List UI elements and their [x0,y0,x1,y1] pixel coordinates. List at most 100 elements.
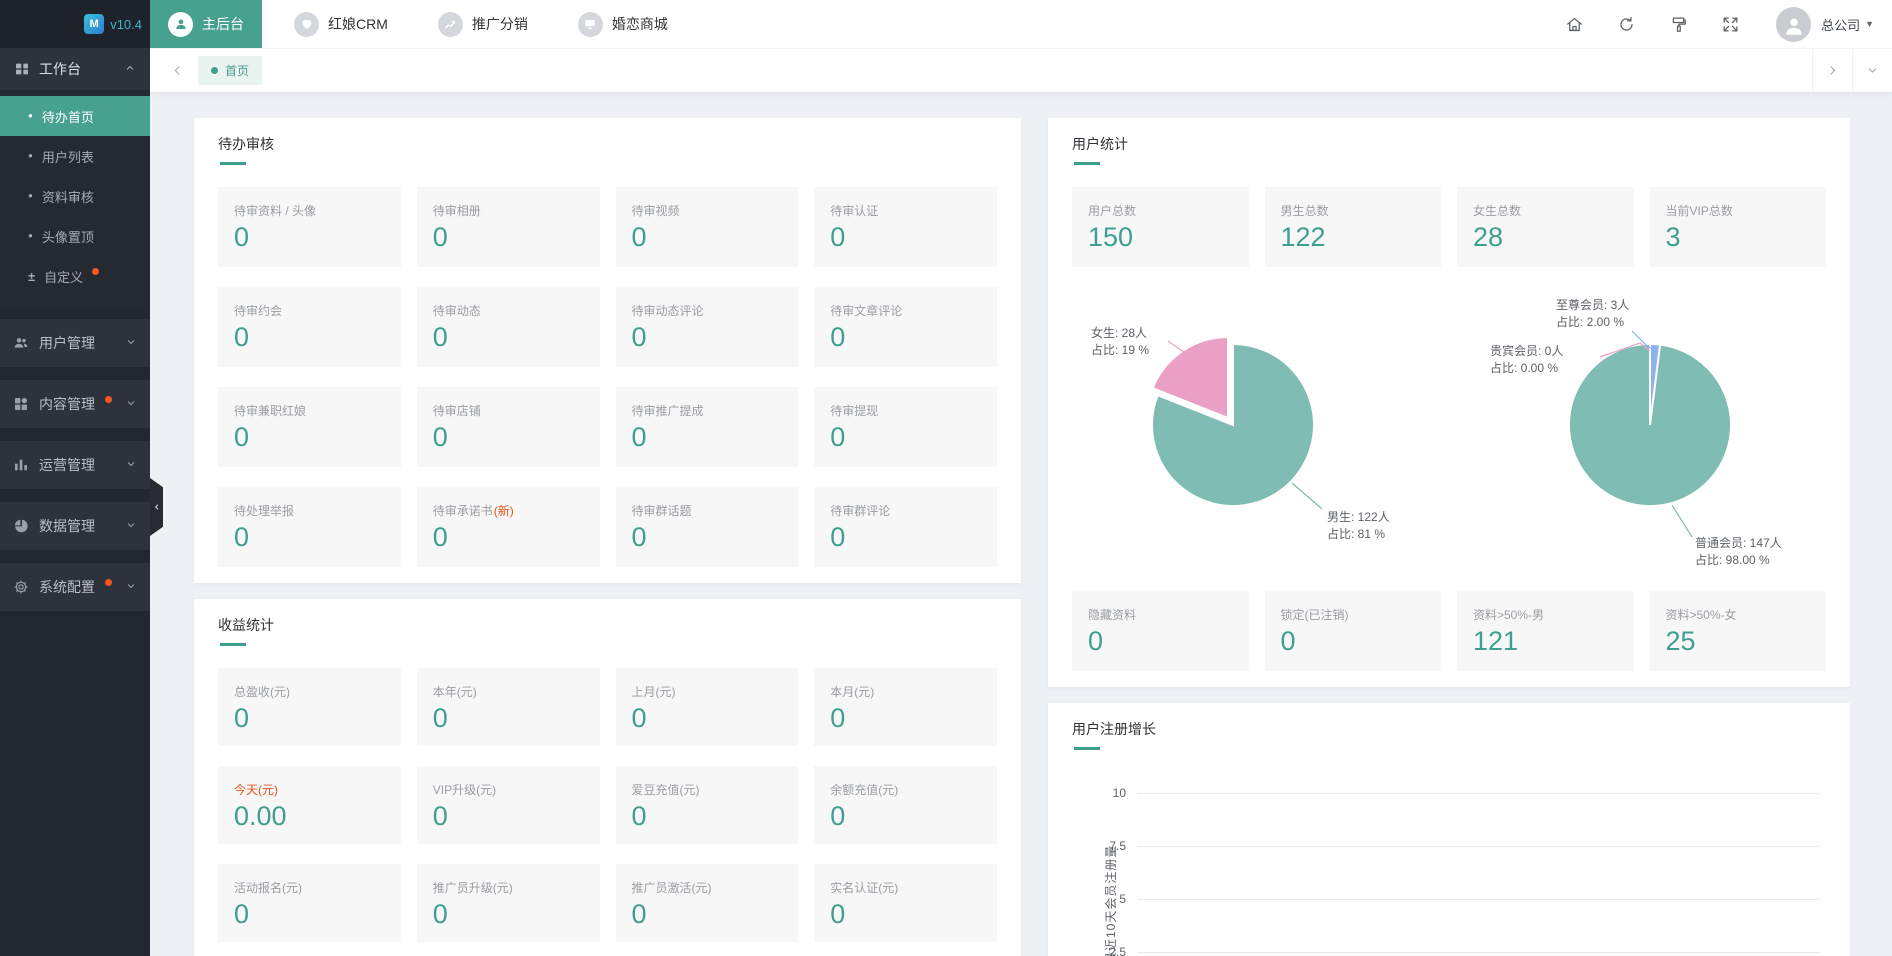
todo-stat-card[interactable]: 待审认证 0 [814,187,997,267]
nav-tab-marriage-mall[interactable]: 婚恋商城 [560,0,686,48]
todo-stat-card[interactable]: 待审相册 0 [417,187,600,267]
chevron-down-icon [125,518,137,534]
stat-card-value: 3 [1666,224,1811,251]
user-stats-bottom-grid: 隐藏资料 0 锁定(已注销) 0 资料>50%-男 121 [1072,591,1826,671]
revenue-stat-card[interactable]: VIP升级(元) 0 [417,766,600,844]
revenue-stat-card[interactable]: 今天(元) 0.00 [218,766,401,844]
user-stat-card[interactable]: 锁定(已注销) 0 [1265,591,1442,671]
pie-slice-普通会员[interactable] [1569,344,1731,506]
stat-card-label: 用户总数 [1088,202,1233,219]
sidebar-menu-item[interactable]: ● 头像置顶 [0,216,150,256]
user-stat-card[interactable]: 男生总数 122 [1265,187,1442,267]
stat-card-value: 0 [234,324,385,351]
revenue-stat-card[interactable]: 活动报名(元) 0 [218,864,401,942]
pie-chart-icon [13,518,29,534]
user-stat-card[interactable]: 用户总数 150 [1072,187,1249,267]
registration-growth-chart[interactable]: 10 7.5 5 2.5 最近10天会员注册量 [1072,772,1826,956]
sidebar-menu-item[interactable]: ± 自定义 [0,256,150,296]
notification-dot [92,268,99,275]
sidebar-section-content[interactable]: 内容管理 [0,380,150,428]
user-avatar[interactable] [1776,7,1811,42]
topbar: 主后台 红娘CRM 推广分销 婚恋商城 [150,0,1892,48]
user-stat-card[interactable]: 当前VIP总数 3 [1650,187,1827,267]
paint-brush-icon[interactable] [1652,15,1704,34]
todo-stat-card[interactable]: 待审店铺 0 [417,387,600,467]
pie-callout-female: 女生: 28人 占比: 19 % [1091,325,1149,359]
sidebar-section-data[interactable]: 数据管理 [0,502,150,550]
todo-stat-card[interactable]: 待审约会 0 [218,287,401,367]
sidebar-item-label: 用户列表 [42,147,94,166]
route-tab-home[interactable]: 首页 [198,56,262,85]
tabbar-dropdown-icon[interactable] [1852,49,1892,92]
user-stats-top-grid: 用户总数 150 男生总数 122 女生总数 28 [1072,187,1826,267]
home-icon[interactable] [1548,15,1600,34]
user-stat-card[interactable]: 女生总数 28 [1457,187,1634,267]
tabbar-chevron-right-icon[interactable] [1812,49,1852,92]
gender-vip-pie-charts[interactable] [1072,283,1826,573]
todo-stat-card[interactable]: 待审提现 0 [814,387,997,467]
company-dropdown[interactable]: 总公司 ▼ [1821,15,1874,34]
sidebar-menu-item[interactable]: ● 用户列表 [0,136,150,176]
title-underline [220,162,246,165]
revenue-stat-card[interactable]: 余额充值(元) 0 [814,766,997,844]
todo-stat-card[interactable]: 待审视频 0 [616,187,799,267]
stat-card-label: 实名认证(元) [830,879,981,896]
todo-stat-card[interactable]: 待审文章评论 0 [814,287,997,367]
stat-card-value: 0 [632,705,783,732]
stat-card-value: 0 [830,324,981,351]
revenue-stat-card[interactable]: 总盈收(元) 0 [218,668,401,746]
todo-stat-card[interactable]: 待审动态 0 [417,287,600,367]
todo-stat-card[interactable]: 待审推广提成 0 [616,387,799,467]
panel-revenue-stats: 收益统计 总盈收(元) 0 本年(元) 0 [194,599,1021,956]
sidebar-collapse-handle[interactable] [150,478,163,536]
sidebar-group-workbench[interactable]: 工作台 [0,48,150,90]
chevron-down-icon [125,457,137,473]
stat-card-label: 女生总数 [1473,202,1618,219]
user-stat-card[interactable]: 资料>50%-女 25 [1650,591,1827,671]
sidebar-section-users[interactable]: 用户管理 [0,319,150,367]
gridline [1138,846,1820,847]
sidebar-menu-item[interactable]: ● 资料审核 [0,176,150,216]
revenue-stat-card[interactable]: 本年(元) 0 [417,668,600,746]
todo-stat-card[interactable]: 待审承诺书(新) 0 [417,487,600,567]
todo-stat-card[interactable]: 待审动态评论 0 [616,287,799,367]
todo-stat-card[interactable]: 待审群评论 0 [814,487,997,567]
pie-callout-normal-member: 普通会员: 147人 占比: 98.00 % [1695,535,1782,569]
nav-tab-main-backend[interactable]: 主后台 [150,0,262,48]
stat-card-value: 121 [1473,628,1618,655]
sidebar-menu-item[interactable]: ● 待办首页 [0,96,150,136]
stat-card-value: 0 [1088,628,1233,655]
stat-card-value: 0 [632,324,783,351]
todo-stat-card[interactable]: 待处理举报 0 [218,487,401,567]
stat-card-value: 0 [632,524,783,551]
revenue-stat-card[interactable]: 本月(元) 0 [814,668,997,746]
nav-tab-matchmaker-crm[interactable]: 红娘CRM [276,0,406,48]
revenue-stat-card[interactable]: 爱豆充值(元) 0 [616,766,799,844]
revenue-stat-card[interactable]: 上月(元) 0 [616,668,799,746]
nav-tab-promotion[interactable]: 推广分销 [420,0,546,48]
revenue-stat-card[interactable]: 推广员升级(元) 0 [417,864,600,942]
tabbar-chevron-left-icon[interactable] [164,64,190,77]
stat-card-value: 0 [234,705,385,732]
stat-card-value: 0 [433,224,584,251]
sidebar-section-settings[interactable]: 系统配置 [0,563,150,611]
todo-stat-card[interactable]: 待审资料 / 头像 0 [218,187,401,267]
stat-card-value: 0 [632,803,783,830]
refresh-icon[interactable] [1600,15,1652,34]
fullscreen-icon[interactable] [1704,15,1756,34]
stat-card-value: 150 [1088,224,1233,251]
shop-icon [578,12,603,37]
panel-title: 收益统计 [218,615,997,635]
revenue-stat-card[interactable]: 实名认证(元) 0 [814,864,997,942]
user-stat-card[interactable]: 资料>50%-男 121 [1457,591,1634,671]
revenue-stat-card[interactable]: 推广员激活(元) 0 [616,864,799,942]
nav-tab-label: 推广分销 [472,14,528,34]
sidebar-section-operations[interactable]: 运营管理 [0,441,150,489]
caret-down-icon: ▼ [1865,19,1874,29]
app-logo-icon: M [84,14,104,34]
todo-stat-card[interactable]: 待审兼职红娘 0 [218,387,401,467]
todo-stat-card[interactable]: 待审群话题 0 [616,487,799,567]
stat-card-label: 待审认证 [830,202,981,219]
user-stat-card[interactable]: 隐藏资料 0 [1072,591,1249,671]
pie-charts-area: 女生: 28人 占比: 19 % 男生: 122人 占比: 81 % 至尊会员:… [1072,283,1826,573]
